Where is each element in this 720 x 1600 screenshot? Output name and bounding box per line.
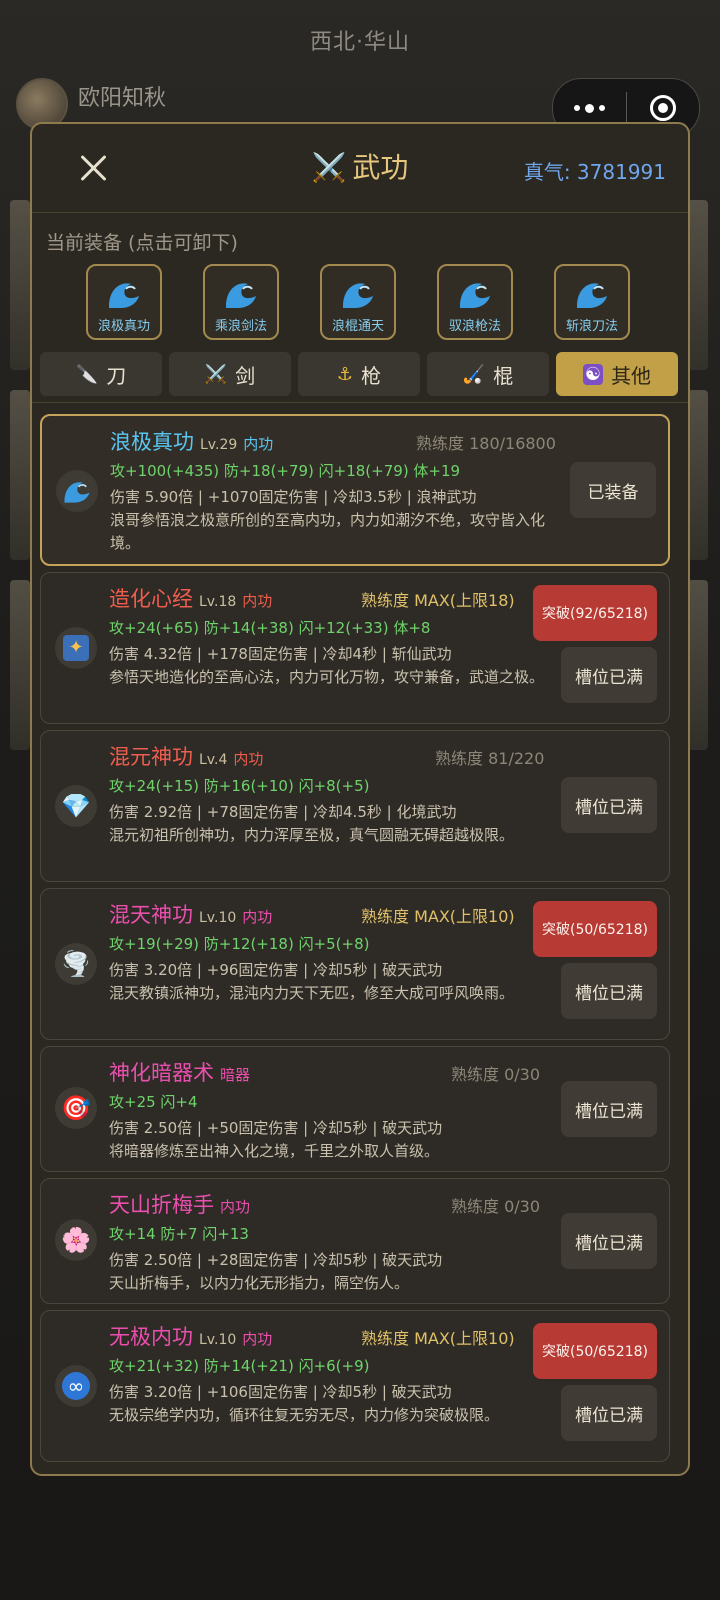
more-icon [573, 103, 605, 113]
equipped-slot[interactable]: 驭浪枪法 [437, 264, 513, 340]
skill-card[interactable]: ✦ 造化心经 Lv.18 内功 熟练度 MAX(上限18) 攻+24(+65) 防+… [40, 572, 670, 724]
background-decoration [688, 390, 708, 560]
skill-name: 混元神功 Lv.4 内功 [109, 745, 264, 769]
yin-yang-icon: ☯ [582, 363, 604, 385]
staff-icon: 🏑 [462, 363, 486, 385]
skill-card[interactable]: ∞ 无极内功 Lv.10 内功 熟练度 MAX(上限10) 攻+21(+32) 防+… [40, 1310, 670, 1462]
skill-card[interactable]: 🎯 神化暗器术 暗器 熟练度 0/30 攻+25 闪+4 伤害 2.50倍 | +… [40, 1046, 670, 1172]
skill-name: 天山折梅手 内功 [109, 1193, 251, 1217]
skill-stats: 攻+21(+32) 防+14(+21) 闪+6(+9) [109, 1357, 370, 1375]
crossed-swords-icon: ⚔️ [204, 363, 228, 385]
wave-icon [460, 283, 490, 308]
skill-description: 伤害 2.50倍 | +50固定伤害 | 冷却5秒 | 破天武功 将暗器修炼至出神… [109, 1119, 443, 1160]
equipped-slot[interactable]: 浪极真功 [86, 264, 162, 340]
skill-name: 无极内功 Lv.10 内功 [109, 1325, 273, 1349]
background-decoration [10, 580, 30, 750]
slot-full-button[interactable]: 槽位已满 [561, 963, 657, 1019]
qi-counter: 真气: 3781991 [523, 160, 666, 184]
skill-card[interactable]: 浪极真功 Lv.29 内功 熟练度 180/16800 攻+100(+435) 防+… [40, 414, 670, 566]
background-decoration [10, 390, 30, 560]
skill-proficiency: 熟练度 MAX(上限10) [361, 907, 515, 926]
skill-name: 浪极真功 Lv.29 内功 [110, 430, 274, 454]
skill-stats: 攻+100(+435) 防+18(+79) 闪+18(+79) 体+19 [110, 462, 461, 480]
breakthrough-button[interactable]: 突破(50/65218) [533, 1323, 657, 1379]
tab-staff[interactable]: 🏑 棍 [427, 352, 549, 396]
wave-icon [56, 470, 98, 512]
equipped-slot[interactable]: 斩浪刀法 [554, 264, 630, 340]
infinity-icon: ∞ [55, 1365, 97, 1407]
background-decoration [688, 580, 708, 750]
skill-proficiency: 熟练度 MAX(上限18) [361, 591, 515, 610]
slot-full-button[interactable]: 槽位已满 [561, 647, 657, 703]
equipped-slots: 浪极真功 乘浪剑法 浪棍通天 驭浪枪法 斩浪刀法 [86, 264, 630, 340]
spear-icon: ⚓ [336, 363, 354, 385]
skill-proficiency: 熟练度 180/16800 [416, 434, 556, 453]
crossed-swords-icon: ⚔️ [311, 151, 347, 184]
skill-card[interactable]: 🌪️ 混天神功 Lv.10 内功 熟练度 MAX(上限10) 攻+19(+29) 防… [40, 888, 670, 1040]
skill-description: 伤害 5.90倍 | +1070固定伤害 | 冷却3.5秒 | 浪神武功 浪哥参悟… [110, 488, 546, 552]
slot-full-button[interactable]: 槽位已满 [561, 1081, 657, 1137]
skill-proficiency: 熟练度 0/30 [451, 1197, 541, 1216]
equipped-label: 当前装备 (点击可卸下) [46, 232, 238, 254]
wave-icon [226, 283, 256, 308]
category-tabs: 🔪 刀 ⚔️ 剑 ⚓ 枪 🏑 棍 ☯ 其他 [40, 352, 678, 396]
skill-stats: 攻+25 闪+4 [109, 1093, 198, 1111]
skill-description: 伤害 2.92倍 | +78固定伤害 | 冷却4.5秒 | 化境武功 混元初祖所创… [109, 803, 515, 844]
dagger-icon: 🔪 [75, 363, 99, 385]
location-title: 西北·华山 [310, 30, 410, 55]
skill-stats: 攻+24(+15) 防+16(+10) 闪+8(+5) [109, 777, 370, 795]
skill-name: 神化暗器术 暗器 [109, 1061, 251, 1085]
martial-arts-panel: ⚔️ 武功 真气: 3781991 当前装备 (点击可卸下) 浪极真功 乘浪剑法 … [30, 122, 690, 1476]
slot-full-button[interactable]: 槽位已满 [561, 777, 657, 833]
equipped-slot[interactable]: 乘浪剑法 [203, 264, 279, 340]
wave-icon [577, 283, 607, 308]
slot-full-button[interactable]: 槽位已满 [561, 1213, 657, 1269]
skill-proficiency: 熟练度 0/30 [451, 1065, 541, 1084]
equipped-button[interactable]: 已装备 [570, 462, 656, 518]
skill-stats: 攻+19(+29) 防+12(+18) 闪+5(+8) [109, 935, 370, 953]
divider [32, 402, 688, 403]
skill-card[interactable]: 💎 混元神功 Lv.4 内功 熟练度 81/220 攻+24(+15) 防+16(+… [40, 730, 670, 882]
tab-spear[interactable]: ⚓ 枪 [298, 352, 420, 396]
panel-header: ⚔️ 武功 真气: 3781991 [32, 124, 688, 213]
background-decoration [10, 200, 30, 370]
skill-description: 伤害 3.20倍 | +106固定伤害 | 冷却5秒 | 破天武功 无极宗绝学内功… [109, 1383, 500, 1424]
breakthrough-button[interactable]: 突破(50/65218) [533, 901, 657, 957]
skill-stats: 攻+24(+65) 防+14(+38) 闪+12(+33) 体+8 [109, 619, 431, 637]
scroll-icon: ✦ [55, 627, 97, 669]
diamond-icon: 💎 [55, 785, 97, 827]
skill-name: 混天神功 Lv.10 内功 [109, 903, 273, 927]
blossom-icon: 🌸 [55, 1219, 97, 1261]
breakthrough-button[interactable]: 突破(92/65218) [533, 585, 657, 641]
skill-card[interactable]: 🌸 天山折梅手 内功 熟练度 0/30 攻+14 防+7 闪+13 伤害 2.50… [40, 1178, 670, 1304]
skill-description: 伤害 3.20倍 | +96固定伤害 | 冷却5秒 | 破天武功 混天教镇派神功，… [109, 961, 515, 1002]
tab-sword[interactable]: ⚔️ 剑 [169, 352, 291, 396]
tornado-icon: 🌪️ [55, 943, 97, 985]
skill-description: 伤害 4.32倍 | +178固定伤害 | 冷却4秒 | 斩仙武功 参悟天地造化的… [109, 645, 545, 686]
exit-icon [649, 95, 676, 121]
skill-stats: 攻+14 防+7 闪+13 [109, 1225, 249, 1243]
background-decoration [688, 200, 708, 370]
wave-icon [109, 283, 139, 308]
target-icon: 🎯 [55, 1087, 97, 1129]
equipped-slot[interactable]: 浪棍通天 [320, 264, 396, 340]
slot-full-button[interactable]: 槽位已满 [561, 1385, 657, 1441]
wave-icon [343, 283, 373, 308]
tab-blade[interactable]: 🔪 刀 [40, 352, 162, 396]
skill-name: 造化心经 Lv.18 内功 [109, 587, 273, 611]
skill-description: 伤害 2.50倍 | +28固定伤害 | 冷却5秒 | 破天武功 天山折梅手，以内… [109, 1251, 443, 1292]
player-name: 欧阳知秋 [78, 86, 167, 111]
skill-proficiency: 熟练度 MAX(上限10) [361, 1329, 515, 1348]
tab-other[interactable]: ☯ 其他 [556, 352, 678, 396]
skill-proficiency: 熟练度 81/220 [435, 749, 545, 768]
